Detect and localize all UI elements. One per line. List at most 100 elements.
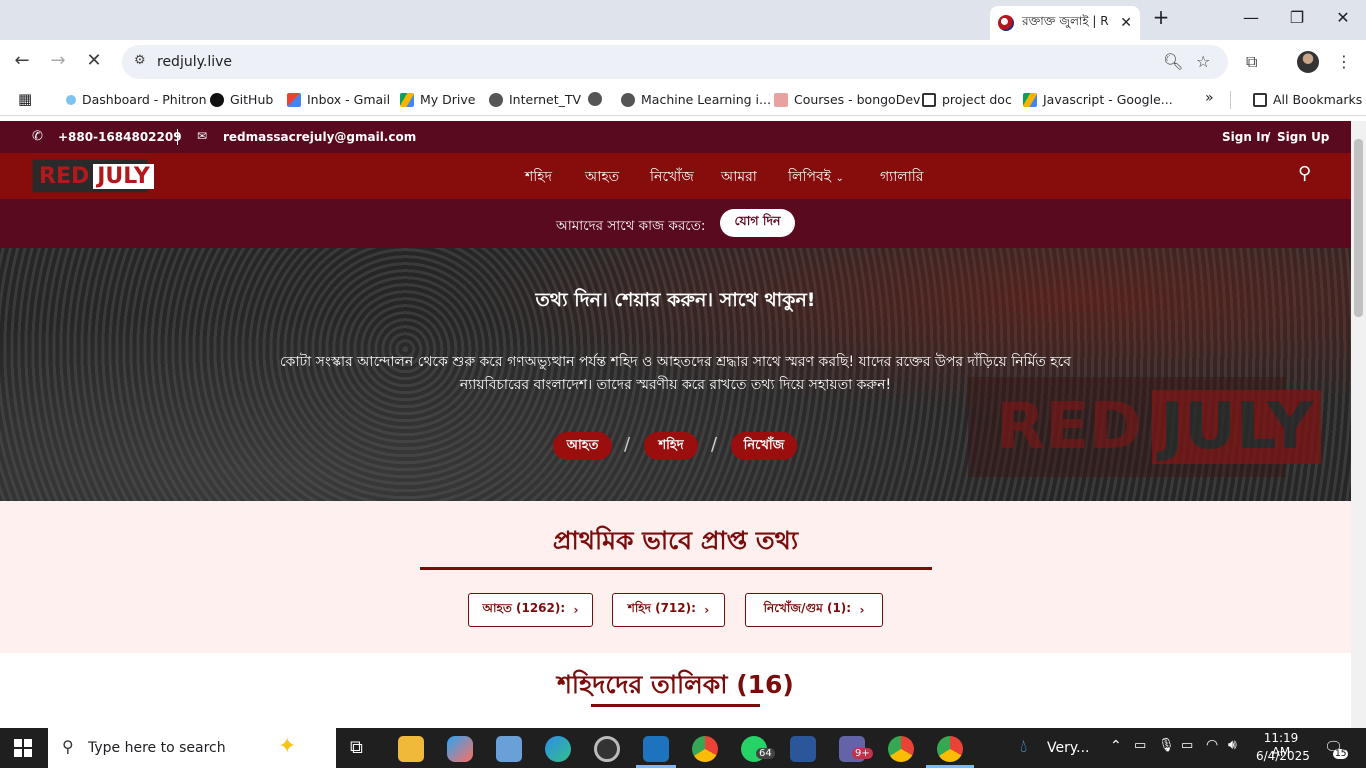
word-icon[interactable] [790, 736, 816, 762]
bookmark-phitron[interactable]: Dashboard - Phitron [66, 92, 207, 107]
obs-icon[interactable] [594, 736, 620, 762]
copilot-sparkle-icon[interactable]: ✦ [278, 734, 296, 759]
bookmark-drive[interactable]: My Drive [400, 92, 475, 107]
microphone-icon[interactable]: 🎙︎ [1158, 738, 1175, 753]
extensions-icon[interactable]: ⧉ [1246, 52, 1257, 72]
edge-icon[interactable] [545, 736, 571, 762]
hero-description: কোটা সংস্কার আন্দোলন থেকে শুরু করে গণঅভ্… [0, 351, 1351, 397]
scrollbar-thumb[interactable] [1354, 139, 1363, 317]
phitron-icon [66, 94, 76, 105]
chrome-icon[interactable] [692, 736, 718, 762]
sign-up-link[interactable]: Sign Up [1277, 130, 1329, 144]
bookmark-github[interactable]: GitHub [210, 92, 273, 107]
logo-july: JULY [93, 163, 154, 189]
task-view-icon[interactable]: ⧉ [350, 737, 363, 758]
site-info-icon[interactable]: ⚙ [134, 53, 146, 68]
windows-start-icon[interactable] [14, 739, 32, 757]
site-logo[interactable]: RED JULY [32, 159, 154, 193]
martyrs-list-underline [591, 704, 760, 707]
bookmark-bongodev[interactable]: Courses - bongoDev [774, 92, 920, 107]
stat-martyrs-button[interactable]: শহিদ (712): › [612, 593, 725, 627]
bookmark-project-doc[interactable]: project doc [922, 92, 1012, 107]
forward-icon[interactable]: → [46, 50, 70, 71]
drive-icon [1023, 92, 1037, 107]
nav-gallery[interactable]: গ্যালারি [880, 165, 924, 200]
chrome-menu-icon[interactable]: ⋮ [1336, 52, 1352, 71]
contact-divider [177, 129, 178, 145]
email-address[interactable]: redmassacrejuly@gmail.com [223, 130, 416, 144]
nav-injured[interactable]: আহত [585, 165, 620, 200]
join-button[interactable]: যোগ দিন [720, 209, 795, 237]
bookmark-gmail[interactable]: Inbox - Gmail [287, 92, 390, 107]
bookmark-star-icon[interactable]: ☆ [1196, 52, 1210, 71]
chevron-right-icon: › [859, 603, 865, 617]
browser-tab[interactable]: রক্তাক্ত জুলাই | R ✕ [990, 6, 1140, 40]
gmail-icon [287, 92, 301, 107]
site-favicon-icon [998, 15, 1014, 31]
search-icon: ⚲ [62, 737, 74, 756]
copilot-icon[interactable] [447, 736, 473, 762]
phone-number[interactable]: +880-1684802209 [58, 130, 182, 144]
meet-now-icon[interactable]: ▭ [1134, 738, 1146, 753]
notifications-badge: 15 [1333, 749, 1349, 759]
nav-records[interactable]: লিপিবই ⌄ [788, 165, 848, 200]
page-scrollbar[interactable] [1351, 121, 1366, 728]
chrome-active-icon[interactable] [937, 736, 963, 762]
chrome-profile-icon[interactable] [888, 736, 914, 762]
globe-icon [621, 92, 635, 107]
logo-red: RED [39, 163, 90, 189]
join-bar: আমাদের সাথে কাজ করতে: যোগ দিন [0, 199, 1351, 248]
vscode-icon[interactable] [643, 736, 669, 762]
battery-icon[interactable]: ▭ [1181, 738, 1193, 753]
stats-underline [420, 567, 932, 570]
minimize-icon[interactable]: — [1236, 8, 1266, 32]
close-tab-icon[interactable]: ✕ [1120, 15, 1132, 31]
globe-icon [588, 92, 602, 106]
new-tab-icon[interactable]: + [1146, 5, 1176, 29]
hero-pill-injured[interactable]: আহত [553, 432, 612, 460]
show-hidden-icons-icon[interactable]: ⌃ [1110, 738, 1122, 754]
nav-about-us[interactable]: আমরা [721, 165, 757, 200]
nav-missing[interactable]: নিখোঁজ [650, 165, 694, 200]
bookmark-javascript[interactable]: Javascript - Google... [1023, 92, 1173, 107]
apps-grid-icon[interactable]: ▦ [18, 90, 32, 108]
hero-pill-martyrs[interactable]: শহিদ [644, 432, 698, 460]
zoom-icon[interactable]: 🔍︎ [1163, 52, 1183, 71]
bookmark-globe[interactable] [588, 92, 608, 106]
bookmarks-bar: ▦ Dashboard - Phitron GitHub Inbox - Gma… [0, 84, 1366, 116]
martyrs-list-section: শহিদদের তালিকা (16) [0, 653, 1351, 728]
profile-avatar[interactable] [1297, 51, 1319, 73]
stat-missing-button[interactable]: নিখোঁজ/গুম (1): › [745, 593, 883, 627]
search-icon[interactable]: ⚲ [1298, 163, 1311, 184]
stop-loading-icon[interactable]: ✕ [82, 50, 106, 71]
address-bar[interactable]: ⚙ redjuly.live [122, 45, 1228, 79]
weather-drop-icon[interactable]: 💧︎ [1020, 736, 1027, 757]
hero-banner: RED JULY তথ্য দিন। শেয়ার করুন। সাথে থাক… [0, 248, 1351, 501]
mail-icon: ✉ [197, 129, 208, 143]
contact-bar: ✆ +880-1684802209 ✉ redmassacrejuly@gmai… [0, 121, 1351, 153]
stat-missing-label: নিখোঁজ/গুম (1): [763, 601, 852, 615]
stats-title: প্রাথমিক ভাবে প্রাপ্ত তথ্য [552, 526, 799, 555]
website-viewport: ✆ +880-1684802209 ✉ redmassacrejuly@gmai… [0, 121, 1351, 728]
back-icon[interactable]: ← [10, 50, 34, 71]
volume-icon[interactable]: 🔊︎ [1228, 737, 1237, 753]
taskbar-search[interactable]: ⚲ Type here to search ✦ [48, 728, 336, 768]
bookmark-all-bookmarks[interactable]: All Bookmarks [1253, 92, 1362, 107]
more-bookmarks-icon[interactable]: » [1205, 90, 1214, 106]
stat-injured-button[interactable]: আহত (1262): › [468, 593, 593, 627]
sign-in-link[interactable]: Sign In [1222, 130, 1269, 144]
nav-martyrs[interactable]: শহিদ [525, 165, 552, 200]
notes-app-icon[interactable] [496, 736, 522, 762]
bookmark-internet-tv[interactable]: Internet_TV [489, 92, 581, 107]
clock-date[interactable]: 6/4/2025 [1256, 749, 1310, 763]
weather-text[interactable]: Very... [1047, 740, 1090, 756]
bookmark-machine-learning[interactable]: Machine Learning i... [621, 92, 771, 107]
chevron-right-icon: › [573, 603, 579, 617]
restore-icon[interactable]: ❐ [1282, 8, 1312, 32]
hero-separator: / [624, 434, 631, 455]
hero-pill-missing[interactable]: নিখোঁজ [731, 432, 797, 460]
wifi-icon[interactable]: ◠ [1206, 737, 1218, 753]
sign-separator: / [1266, 130, 1271, 144]
close-window-icon[interactable]: ✕ [1328, 8, 1358, 32]
file-explorer-icon[interactable] [398, 736, 424, 762]
